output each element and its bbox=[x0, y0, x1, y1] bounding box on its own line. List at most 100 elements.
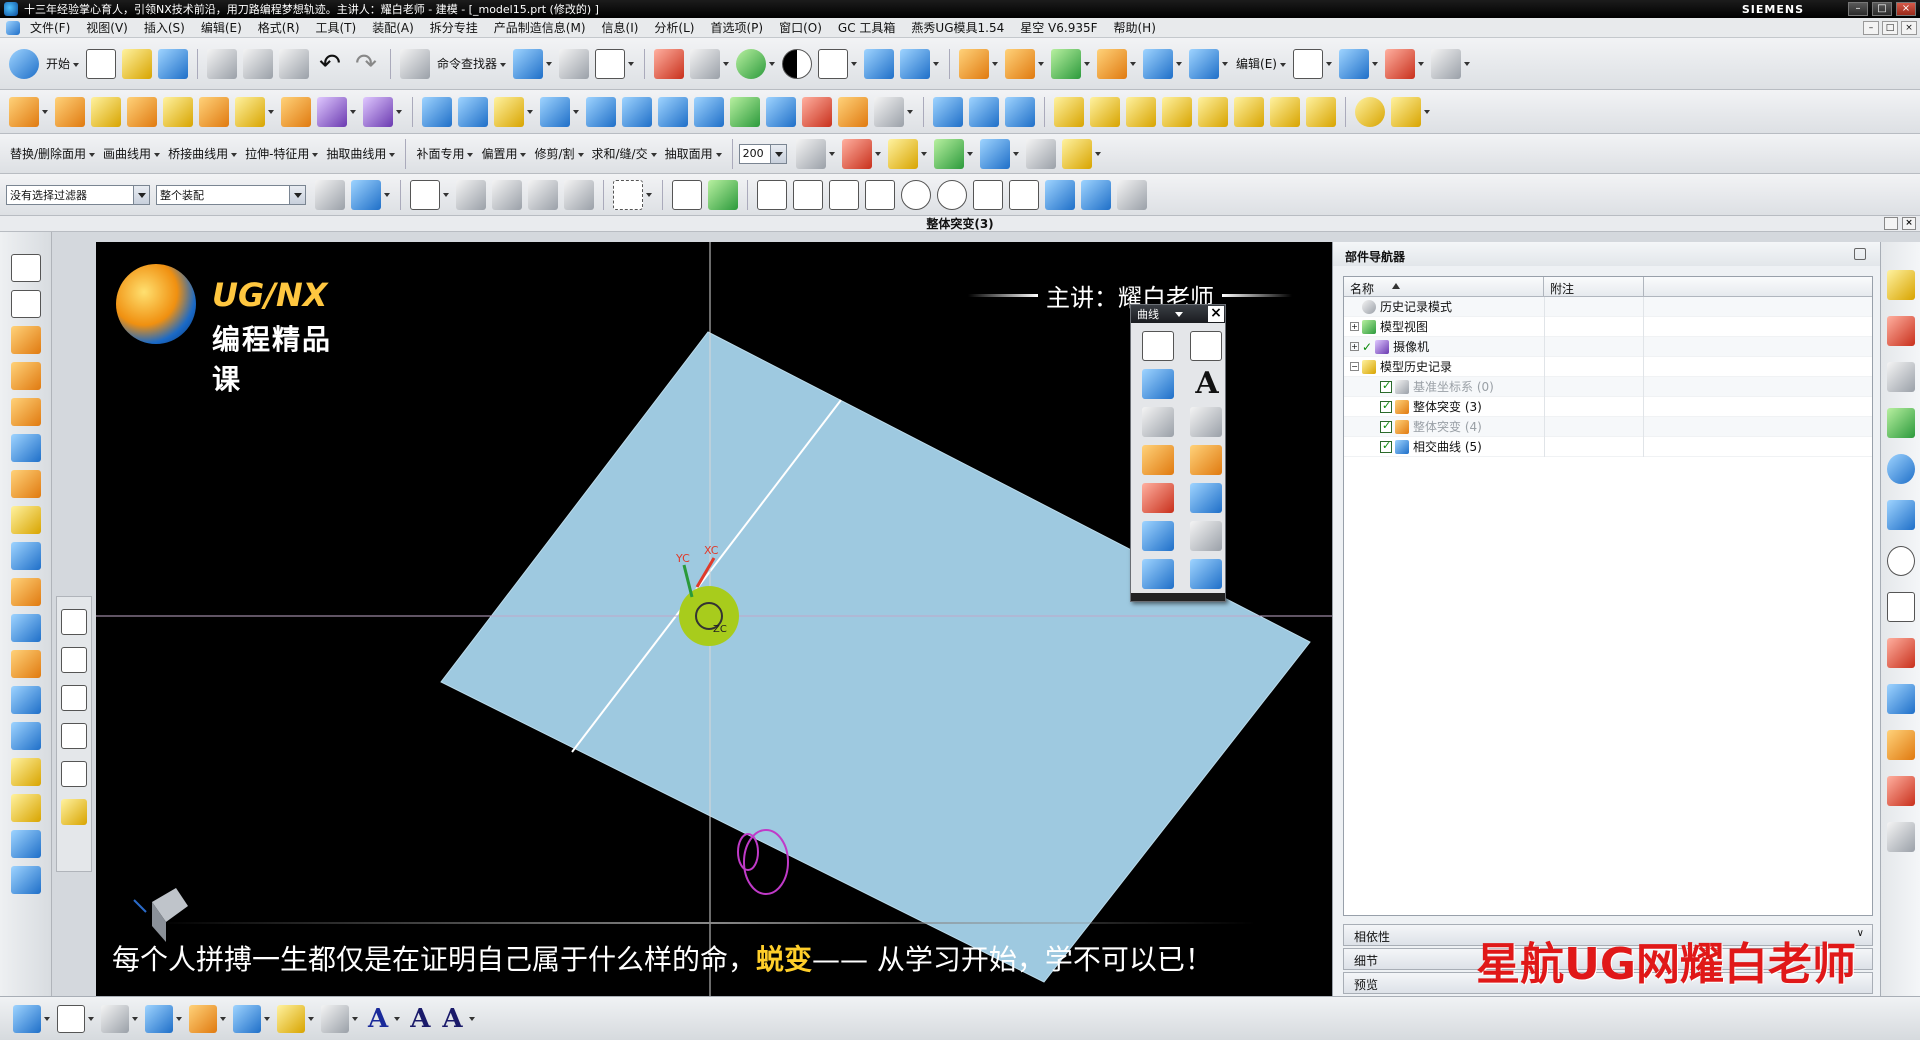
redo-icon[interactable]: ↷ bbox=[351, 49, 381, 79]
menu-tools[interactable]: 工具(T) bbox=[308, 19, 365, 36]
book-ref-icon[interactable] bbox=[321, 1004, 349, 1033]
copy-icon[interactable] bbox=[243, 48, 274, 79]
chevron-down-icon[interactable] bbox=[268, 109, 274, 114]
tools-icon[interactable] bbox=[1117, 179, 1147, 210]
edit-menu-dropdown[interactable]: 编辑(E) bbox=[1236, 55, 1286, 72]
move-object-icon[interactable] bbox=[864, 48, 895, 79]
mesh-surface-icon[interactable] bbox=[694, 96, 724, 127]
surface-icon[interactable] bbox=[1338, 48, 1369, 79]
chevron-down-icon[interactable] bbox=[828, 151, 835, 156]
cylinder-icon[interactable] bbox=[10, 398, 41, 426]
sketch-plane-icon[interactable] bbox=[1292, 48, 1323, 79]
undo-icon[interactable]: ↶ bbox=[315, 49, 345, 79]
block-icon[interactable] bbox=[10, 362, 41, 390]
menu-gc-toolbox[interactable]: GC 工具箱 bbox=[830, 19, 904, 36]
menu-analysis[interactable]: 分析(L) bbox=[646, 19, 702, 36]
intersect-curve-icon[interactable] bbox=[1190, 483, 1222, 513]
array-feature-icon[interactable] bbox=[1005, 48, 1036, 79]
menu-assembly[interactable]: 装配(A) bbox=[364, 19, 422, 36]
chevron-down-icon[interactable] bbox=[573, 109, 579, 114]
dot-grid-icon[interactable] bbox=[933, 96, 963, 127]
chevron-down-icon[interactable] bbox=[1222, 61, 1229, 66]
undo-selection-icon[interactable] bbox=[456, 179, 486, 210]
chevron-down-icon[interactable]: ∨ bbox=[1857, 928, 1864, 939]
sprue-icon[interactable] bbox=[1126, 96, 1156, 127]
arc-tool-icon[interactable] bbox=[1142, 369, 1174, 399]
snap-arc-center-icon[interactable] bbox=[901, 179, 931, 210]
studio-surface-icon[interactable] bbox=[586, 96, 616, 127]
visibility-checkbox[interactable] bbox=[1380, 399, 1392, 413]
trim-sheet-icon[interactable] bbox=[766, 96, 796, 127]
curve-extend-icon[interactable] bbox=[61, 761, 87, 787]
csys-icon[interactable] bbox=[841, 138, 872, 169]
constraint-navigator-icon[interactable] bbox=[1886, 316, 1915, 346]
expand-icon[interactable]: + bbox=[1350, 322, 1359, 331]
chevron-down-icon[interactable] bbox=[628, 61, 635, 66]
chevron-down-icon[interactable] bbox=[1094, 151, 1101, 156]
note-icon[interactable] bbox=[101, 1004, 129, 1033]
palette-icon[interactable] bbox=[1886, 822, 1915, 852]
chevron-down-icon[interactable] bbox=[769, 144, 786, 163]
manufacturing-wizards-icon[interactable] bbox=[1886, 684, 1915, 714]
chevron-down-icon[interactable] bbox=[1175, 311, 1183, 317]
measure-distance-icon[interactable] bbox=[979, 138, 1010, 169]
draw-curve-menu[interactable]: 画曲线用 bbox=[103, 145, 160, 162]
close-icon[interactable]: × bbox=[1208, 306, 1224, 322]
snap-midpoint-icon[interactable] bbox=[708, 179, 738, 210]
part-navigator-icon[interactable] bbox=[1886, 362, 1915, 392]
chevron-down-icon[interactable] bbox=[1084, 61, 1091, 66]
solid-box-icon[interactable] bbox=[1189, 48, 1220, 79]
start-icon[interactable] bbox=[9, 48, 39, 79]
chevron-down-icon[interactable] bbox=[44, 1016, 50, 1021]
chevron-down-icon[interactable] bbox=[42, 109, 48, 114]
layer-settings-icon[interactable] bbox=[795, 138, 826, 169]
line-tool-icon[interactable] bbox=[1142, 331, 1174, 361]
offset-surface-icon[interactable] bbox=[730, 96, 760, 127]
menu-preferences[interactable]: 首选项(P) bbox=[702, 19, 771, 36]
history-clock-icon[interactable] bbox=[1886, 546, 1915, 576]
rectangle-tool-icon[interactable] bbox=[1190, 331, 1222, 361]
pocket-icon[interactable] bbox=[163, 96, 193, 127]
pmi-icon[interactable] bbox=[13, 1004, 41, 1033]
chevron-down-icon[interactable] bbox=[1325, 61, 1332, 66]
book-icon[interactable] bbox=[10, 542, 41, 570]
block-feature-icon[interactable] bbox=[959, 48, 990, 79]
visibility-checkbox[interactable] bbox=[1380, 379, 1392, 393]
visibility-checkbox[interactable] bbox=[1380, 419, 1392, 433]
boss-icon[interactable] bbox=[127, 96, 157, 127]
chevron-down-icon[interactable] bbox=[308, 1016, 314, 1021]
chevron-down-icon[interactable] bbox=[384, 192, 390, 197]
snap-endpoint-icon[interactable] bbox=[672, 179, 702, 210]
tree-row-cameras[interactable]: + ✓ 摄像机 bbox=[1344, 337, 1872, 357]
hole-icon[interactable] bbox=[91, 96, 121, 127]
chevron-down-icon[interactable] bbox=[132, 1016, 138, 1021]
synchronous-model-icon[interactable] bbox=[1143, 48, 1174, 79]
bridge-curve-icon[interactable] bbox=[1190, 445, 1222, 475]
system-scenes-icon[interactable] bbox=[1886, 776, 1915, 806]
patch-face-menu[interactable]: 补面专用 bbox=[416, 145, 473, 162]
chevron-down-icon[interactable] bbox=[133, 185, 149, 204]
tree-row-datum-csys[interactable]: 基准坐标系 (0) bbox=[1344, 377, 1872, 397]
section-curve-icon[interactable] bbox=[1142, 521, 1174, 551]
rectangle-icon[interactable] bbox=[10, 290, 41, 318]
tree-row-global-shaping-3[interactable]: 整体突变 (3) bbox=[1344, 397, 1872, 417]
snap-view-icon[interactable] bbox=[900, 48, 931, 79]
curve-length-icon[interactable] bbox=[61, 685, 87, 711]
chevron-down-icon[interactable] bbox=[1038, 61, 1045, 66]
select-body-icon[interactable] bbox=[492, 179, 522, 210]
chevron-down-icon[interactable] bbox=[1417, 61, 1424, 66]
chevron-down-icon[interactable] bbox=[220, 1016, 226, 1021]
name-column-header[interactable]: 名称 bbox=[1344, 277, 1544, 296]
x-form-icon[interactable] bbox=[802, 96, 832, 127]
doc-restore-button[interactable]: □ bbox=[1882, 20, 1898, 35]
chevron-down-icon[interactable] bbox=[1176, 61, 1183, 66]
visibility-checkbox[interactable] bbox=[1380, 439, 1392, 453]
mold-plate-icon[interactable] bbox=[1054, 96, 1084, 127]
table-icon[interactable] bbox=[233, 1004, 261, 1033]
chevron-down-icon[interactable] bbox=[1424, 109, 1430, 114]
layer-icon[interactable] bbox=[277, 1004, 305, 1033]
selection-scope-combo[interactable]: 整个装配 bbox=[156, 184, 306, 205]
select-feature-icon[interactable] bbox=[528, 179, 558, 210]
contrast-icon[interactable] bbox=[782, 48, 813, 79]
process-studio-icon[interactable] bbox=[1886, 638, 1915, 668]
